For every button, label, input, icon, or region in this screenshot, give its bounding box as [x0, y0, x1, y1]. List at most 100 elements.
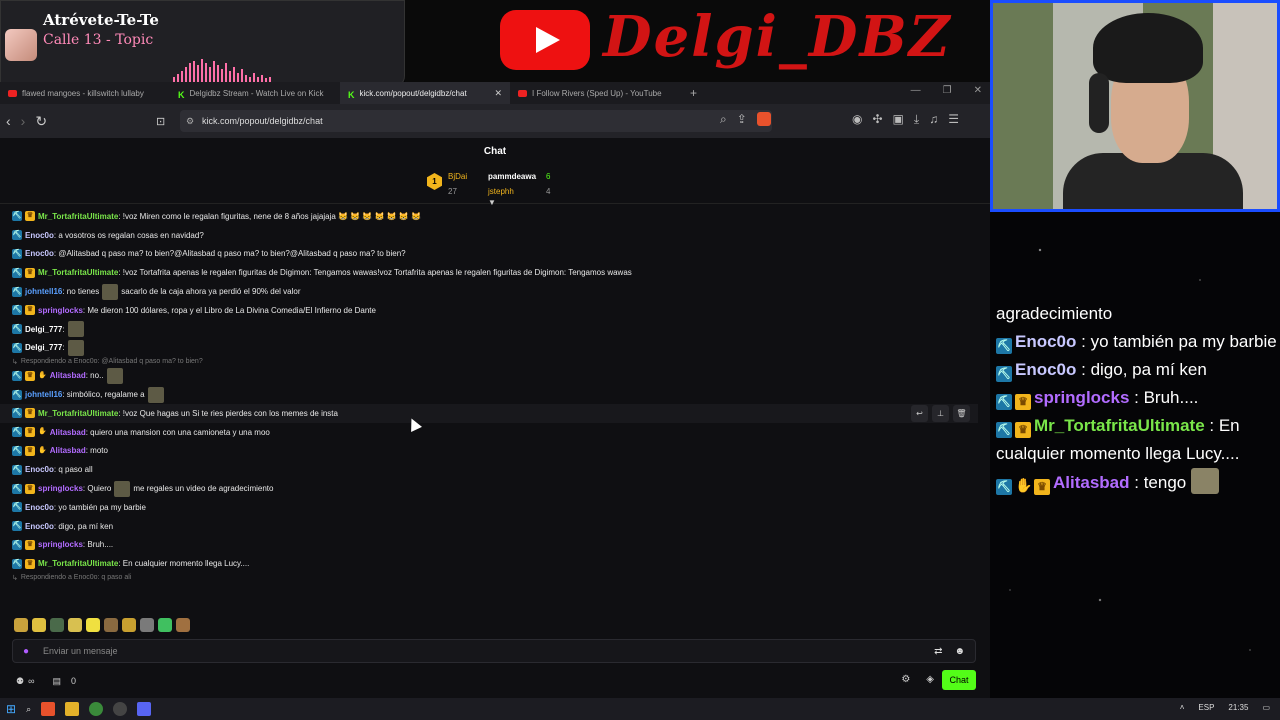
chat-username[interactable]: Alitasbad: [50, 446, 86, 455]
zoom-icon[interactable]: ⌕: [720, 112, 727, 127]
chat-message[interactable]: ⛏ ♛ springlocks: Quiero me regales un video…: [12, 479, 990, 498]
chat-message[interactable]: ⛏ ♛ Mr_TortafritaUltimate: !voz Que hagas …: [0, 403, 978, 423]
quick-emote-icon[interactable]: [176, 618, 190, 632]
emote-image[interactable]: [114, 480, 131, 497]
minimize-icon[interactable]: —: [911, 85, 921, 96]
microphone-icon[interactable]: ●: [23, 646, 29, 657]
emote-image[interactable]: [102, 283, 119, 300]
chat-message[interactable]: ⛏ Enoc0o: yo también pa my barbie: [12, 498, 990, 517]
media-icon[interactable]: ♫: [929, 112, 938, 127]
chat-username[interactable]: Alitasbad: [50, 371, 86, 380]
chat-message[interactable]: ⛏ johntell16: no tienes sacarlo de la caja…: [12, 282, 990, 301]
brave-icon[interactable]: [41, 702, 56, 716]
chat-message[interactable]: ⛏ ♛ springlocks: Bruh....: [12, 536, 990, 555]
chat-message[interactable]: ⛏ Enoc0o: digo, pa mí ken: [12, 517, 990, 536]
back-icon[interactable]: ‹: [6, 113, 11, 129]
quick-emote-icon[interactable]: [140, 618, 154, 632]
brave-shield-icon[interactable]: [756, 112, 771, 126]
reply-reference[interactable]: ↳ Respondiendo a Enoc0o: q paso ali: [12, 573, 990, 582]
language-indicator[interactable]: ESP: [1198, 703, 1214, 712]
obs-icon[interactable]: [113, 702, 128, 716]
share-icon[interactable]: ⇪: [737, 112, 747, 127]
close-window-icon[interactable]: ✕: [974, 85, 982, 96]
browser-tab[interactable]: K Delgidbz Stream - Watch Live on Kick: [170, 82, 340, 104]
chat-message[interactable]: ⛏ Delgi_777:: [12, 320, 990, 339]
gifter-name[interactable]: jstephh: [488, 187, 514, 196]
reply-reference[interactable]: ↳ Respondiendo a Enoc0o: @Alitasbad q pas…: [12, 357, 990, 366]
chat-username[interactable]: Enoc0o: [25, 249, 54, 258]
tray-expand-icon[interactable]: ˄: [1180, 703, 1185, 712]
site-info-icon[interactable]: ⚙: [186, 116, 194, 127]
send-chat-button[interactable]: Chat: [942, 670, 976, 690]
settings-icon[interactable]: ⚙: [901, 674, 910, 685]
points-icon[interactable]: ▤: [53, 676, 62, 687]
gifter-name[interactable]: BjDai: [448, 172, 467, 181]
quick-emote-icon[interactable]: [104, 618, 118, 632]
chat-username[interactable]: Delgi_777: [25, 325, 62, 334]
users-icon[interactable]: ⚉: [16, 676, 24, 687]
chat-message[interactable]: ⛏ Enoc0o: a vosotros os regalan cosas en …: [12, 226, 990, 245]
delete-action-icon[interactable]: 🗑: [953, 404, 970, 422]
quick-emote-icon[interactable]: [158, 618, 172, 632]
chat-username[interactable]: springlocks: [38, 306, 83, 315]
chat-message[interactable]: ⛏♛✋Alitasbad: tengo hambre: [12, 582, 990, 584]
pin-action-icon[interactable]: ⊥: [932, 404, 949, 422]
extension-icon[interactable]: ◉: [852, 112, 862, 127]
clock[interactable]: 21:35: [1228, 703, 1248, 712]
restore-icon[interactable]: ❐: [943, 85, 952, 96]
chat-message[interactable]: ⛏ Enoc0o: q paso all: [12, 460, 990, 479]
chat-message[interactable]: ⛏ ♛ Mr_TortafritaUltimate: En cualquier mo…: [12, 554, 990, 573]
chat-username[interactable]: Mr_TortafritaUltimate: [38, 212, 118, 221]
quick-emote-icon[interactable]: [14, 618, 28, 632]
search-icon[interactable]: ⌕: [26, 704, 31, 715]
chat-message[interactable]: ⛏ ♛ ✋ Alitasbad: moto: [12, 442, 990, 461]
chat-username[interactable]: johntell16: [25, 390, 62, 399]
emote-image[interactable]: [67, 321, 84, 338]
download-icon[interactable]: ⤓: [914, 112, 919, 127]
chat-username[interactable]: springlocks: [38, 484, 83, 493]
translate-icon[interactable]: ⇄: [934, 646, 942, 657]
browser-tab[interactable]: flawed mangoes - killswitch lullaby: [0, 82, 170, 104]
quick-emote-icon[interactable]: [122, 618, 136, 632]
notifications-icon[interactable]: ▭: [1262, 703, 1270, 712]
chat-message[interactable]: ⛏ ♛ Mr_TortafritaUltimate: !voz Tortafrita…: [12, 263, 990, 282]
chat-message[interactable]: ⛏ ♛ ✋ Alitasbad: no..: [12, 366, 990, 385]
chat-username[interactable]: johntell16: [25, 287, 62, 296]
quick-emote-icon[interactable]: [50, 618, 64, 632]
chat-message[interactable]: ⛏ ♛ Mr_TortafritaUltimate: !voz Miren como…: [12, 207, 990, 226]
browser-tab[interactable]: I Follow Rivers (Sped Up) - YouTube: [510, 82, 680, 104]
quick-emote-icon[interactable]: [86, 618, 100, 632]
emote-image[interactable]: [147, 386, 164, 403]
address-bar[interactable]: ⚙ kick.com/popout/delgidbz/chat: [180, 110, 772, 132]
chat-username[interactable]: Mr_TortafritaUltimate: [38, 268, 118, 277]
emote-image[interactable]: [106, 367, 123, 384]
chrome-icon[interactable]: [89, 702, 104, 716]
forward-icon[interactable]: ›: [21, 113, 26, 129]
bookmark-icon[interactable]: ⊡: [156, 115, 165, 128]
windows-start-icon[interactable]: ⊞: [6, 702, 16, 716]
chat-message[interactable]: ⛏ Enoc0o: @Alitasbad q paso ma? to bien?@…: [12, 245, 990, 264]
emoji-icon[interactable]: ☻: [954, 646, 965, 657]
chat-username[interactable]: Mr_TortafritaUltimate: [38, 409, 118, 418]
reload-icon[interactable]: ↻: [35, 113, 47, 130]
chat-username[interactable]: Mr_TortafritaUltimate: [38, 559, 118, 568]
discord-icon[interactable]: [137, 702, 152, 716]
message-input[interactable]: ● Enviar un mensaje ⇄ ☻: [12, 639, 976, 663]
chat-username[interactable]: Enoc0o: [25, 522, 54, 531]
new-tab-button[interactable]: +: [680, 86, 707, 100]
sidebar-icon[interactable]: ▣: [893, 112, 904, 127]
file-explorer-icon[interactable]: [65, 702, 80, 716]
extensions-icon[interactable]: ✣: [872, 112, 882, 127]
close-tab-icon[interactable]: ✕: [494, 88, 502, 99]
emote-menu-icon[interactable]: ◈: [926, 674, 934, 685]
chat-message[interactable]: ⛏ ♛ springlocks: Me dieron 100 dólares, ro…: [12, 301, 990, 320]
chat-username[interactable]: springlocks: [38, 540, 83, 549]
menu-icon[interactable]: ☰: [948, 112, 959, 127]
chat-message[interactable]: ⛏ ♛ ✋ Alitasbad: quiero una mansion con una…: [12, 423, 990, 442]
emote-image[interactable]: [67, 339, 84, 356]
chat-username[interactable]: Alitasbad: [50, 428, 86, 437]
chat-message[interactable]: ⛏ johntell16: simbólico, regalame a: [12, 385, 990, 404]
chat-username[interactable]: Enoc0o: [25, 465, 54, 474]
quick-emote-icon[interactable]: [32, 618, 46, 632]
chat-username[interactable]: Enoc0o: [25, 503, 54, 512]
